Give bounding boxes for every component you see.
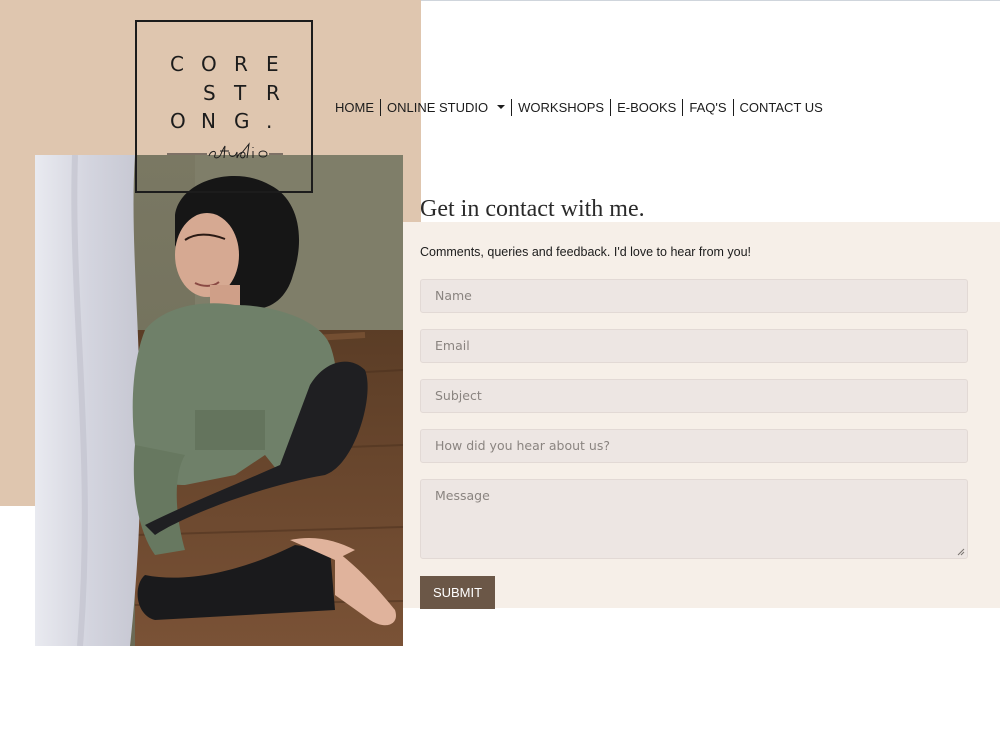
subject-input[interactable]: Subject: [420, 379, 968, 413]
name-placeholder: Name: [435, 288, 472, 303]
nav-workshops[interactable]: WORKSHOPS: [512, 98, 610, 117]
message-textarea[interactable]: Message: [420, 479, 968, 559]
core-strong-studio-logo[interactable]: C O R E S T R O N G .: [135, 20, 313, 193]
resize-handle-icon[interactable]: [956, 547, 965, 556]
nav-e-books[interactable]: E-BOOKS: [611, 98, 682, 117]
contact-heading: Get in contact with me.: [420, 196, 645, 222]
studio-script-wordmark: [167, 142, 283, 159]
referral-source-input[interactable]: How did you hear about us?: [420, 429, 968, 463]
email-placeholder: Email: [435, 338, 470, 353]
nav-faqs[interactable]: FAQ'S: [683, 98, 732, 117]
chevron-down-icon[interactable]: [497, 104, 506, 109]
submit-button[interactable]: SUBMIT: [420, 576, 495, 609]
email-input[interactable]: Email: [420, 329, 968, 363]
name-input[interactable]: Name: [420, 279, 968, 313]
nav-contact-us[interactable]: CONTACT US: [734, 98, 829, 117]
contact-subheading: Comments, queries and feedback. I'd love…: [420, 245, 752, 259]
nav-online-studio-label: ONLINE STUDIO: [387, 100, 489, 115]
message-placeholder: Message: [435, 488, 490, 503]
woman-sitting-photo: [35, 155, 403, 646]
referral-source-placeholder: How did you hear about us?: [435, 438, 610, 453]
nav-home[interactable]: HOME: [335, 98, 380, 117]
main-navigation: HOME ONLINE STUDIO WORKSHOPS E-BOOKS FAQ…: [335, 98, 829, 117]
subject-placeholder: Subject: [435, 388, 482, 403]
nav-online-studio[interactable]: ONLINE STUDIO: [381, 98, 511, 117]
